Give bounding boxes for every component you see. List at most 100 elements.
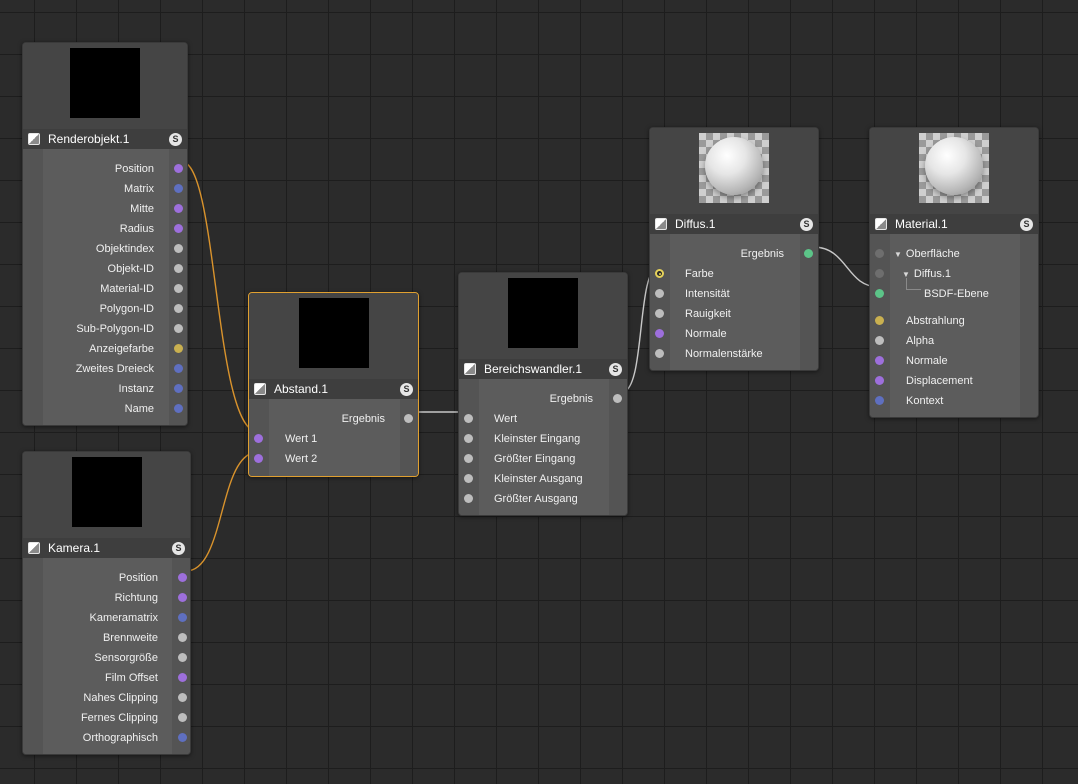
output-port-objektindex[interactable]: Objektindex [96,239,154,259]
port-dot[interactable] [174,324,183,333]
input-port-alpha[interactable]: Alpha [906,331,934,351]
port-dot[interactable] [875,356,884,365]
input-port-groesster-ausgang[interactable]: Größter Ausgang [494,489,578,509]
input-port-abstrahlung[interactable]: Abstrahlung [906,311,965,331]
port-dot[interactable] [464,414,473,423]
port-dot[interactable] [655,349,664,358]
input-port-displacement[interactable]: Displacement [906,371,973,391]
port-dot-connected[interactable] [655,269,664,278]
node-diffus[interactable]: Diffus.1 S Ergebnis Farbe Intensität Rau… [649,127,819,371]
output-port-name[interactable]: Name [125,399,154,419]
output-port-film-offset[interactable]: Film Offset [105,668,158,688]
node-titlebar[interactable]: Kamera.1 S [23,538,190,558]
output-port-kameramatrix[interactable]: Kameramatrix [90,608,158,628]
port-dot[interactable] [464,454,473,463]
port-dot[interactable] [174,304,183,313]
node-titlebar[interactable]: Diffus.1 S [650,214,818,234]
port-dot[interactable] [875,396,884,405]
port-dot[interactable] [875,269,884,278]
input-port-rauigkeit[interactable]: Rauigkeit [685,304,731,324]
output-port-ergebnis[interactable]: Ergebnis [342,409,385,429]
output-port-objekt-id[interactable]: Objekt-ID [108,259,154,279]
port-dot[interactable] [174,384,183,393]
input-port-intensitaet[interactable]: Intensität [685,284,730,304]
node-titlebar[interactable]: Renderobjekt.1 S [23,129,187,149]
port-dot[interactable] [178,593,187,602]
tree-item-oberflaeche[interactable]: ▼ Oberfläche [894,244,960,264]
output-port-radius[interactable]: Radius [120,219,154,239]
port-dot[interactable] [464,434,473,443]
output-port-mitte[interactable]: Mitte [130,199,154,219]
port-dot[interactable] [174,284,183,293]
node-titlebar[interactable]: Material.1 S [870,214,1038,234]
port-dot[interactable] [178,733,187,742]
port-dot[interactable] [174,204,183,213]
port-dot[interactable] [464,474,473,483]
output-port-position[interactable]: Position [119,568,158,588]
port-dot[interactable] [174,184,183,193]
input-port-normalenstaerke[interactable]: Normalenstärke [685,344,763,364]
port-dot[interactable] [174,264,183,273]
output-port-ergebnis[interactable]: Ergebnis [741,244,784,264]
port-dot[interactable] [464,494,473,503]
node-bereichswandler[interactable]: Bereichswandler.1 S Ergebnis Wert Kleins… [458,272,628,516]
output-port-position[interactable]: Position [115,159,154,179]
port-dot[interactable] [404,414,413,423]
node-kamera[interactable]: Kamera.1 S Position Richtung Kameramatri… [22,451,191,755]
port-dot[interactable] [178,713,187,722]
input-port-groesster-eingang[interactable]: Größter Eingang [494,449,575,469]
solo-button[interactable]: S [609,362,622,376]
port-dot[interactable] [178,653,187,662]
port-dot[interactable] [254,454,263,463]
port-dot[interactable] [174,244,183,253]
port-dot[interactable] [875,289,884,298]
port-dot[interactable] [613,394,622,403]
port-dot[interactable] [655,309,664,318]
output-port-richtung[interactable]: Richtung [115,588,158,608]
solo-button[interactable]: S [400,382,413,396]
port-dot[interactable] [804,249,813,258]
port-dot[interactable] [875,336,884,345]
port-dot[interactable] [178,613,187,622]
port-dot[interactable] [178,633,187,642]
output-port-brennweite[interactable]: Brennweite [103,628,158,648]
port-dot[interactable] [875,249,884,258]
input-port-kleinster-ausgang[interactable]: Kleinster Ausgang [494,469,583,489]
tree-item-bsdf-ebene[interactable]: BSDF-Ebene [924,284,989,304]
node-titlebar[interactable]: Bereichswandler.1 S [459,359,627,379]
input-port-farbe[interactable]: Farbe [685,264,714,284]
output-port-ergebnis[interactable]: Ergebnis [550,389,593,409]
expand-triangle-icon[interactable]: ▼ [894,250,902,259]
port-dot[interactable] [875,316,884,325]
port-dot[interactable] [655,329,664,338]
input-port-wert[interactable]: Wert [494,409,517,429]
wire-render-position-to-wert1[interactable] [181,161,259,433]
output-port-orthographisch[interactable]: Orthographisch [83,728,158,748]
solo-button[interactable]: S [169,132,182,146]
input-port-wert-2[interactable]: Wert 2 [285,449,317,469]
port-dot[interactable] [178,693,187,702]
port-dot[interactable] [174,224,183,233]
solo-button[interactable]: S [172,541,185,555]
output-port-instanz[interactable]: Instanz [119,379,154,399]
output-port-fernes-clipping[interactable]: Fernes Clipping [81,708,158,728]
input-port-kleinster-eingang[interactable]: Kleinster Eingang [494,429,580,449]
output-port-zweites-dreieck[interactable]: Zweites Dreieck [76,359,154,379]
output-port-anzeigefarbe[interactable]: Anzeigefarbe [89,339,154,359]
output-port-matrix[interactable]: Matrix [124,179,154,199]
node-titlebar[interactable]: Abstand.1 S [249,379,418,399]
port-dot[interactable] [254,434,263,443]
node-renderobjekt[interactable]: Renderobjekt.1 S Position Matrix Mitte R… [22,42,188,426]
output-port-polygon-id[interactable]: Polygon-ID [100,299,154,319]
input-port-normale[interactable]: Normale [685,324,727,344]
port-dot[interactable] [174,164,183,173]
port-dot[interactable] [178,673,187,682]
output-port-nahes-clipping[interactable]: Nahes Clipping [83,688,158,708]
output-port-material-id[interactable]: Material-ID [100,279,154,299]
input-port-wert-1[interactable]: Wert 1 [285,429,317,449]
node-abstand[interactable]: Abstand.1 S Ergebnis Wert 1 Wert 2 [248,292,419,477]
port-dot[interactable] [174,344,183,353]
node-material[interactable]: Material.1 S ▼ Oberfläche ▼ Diffus.1 BSDF-… [869,127,1039,418]
port-dot[interactable] [178,573,187,582]
port-dot[interactable] [875,376,884,385]
